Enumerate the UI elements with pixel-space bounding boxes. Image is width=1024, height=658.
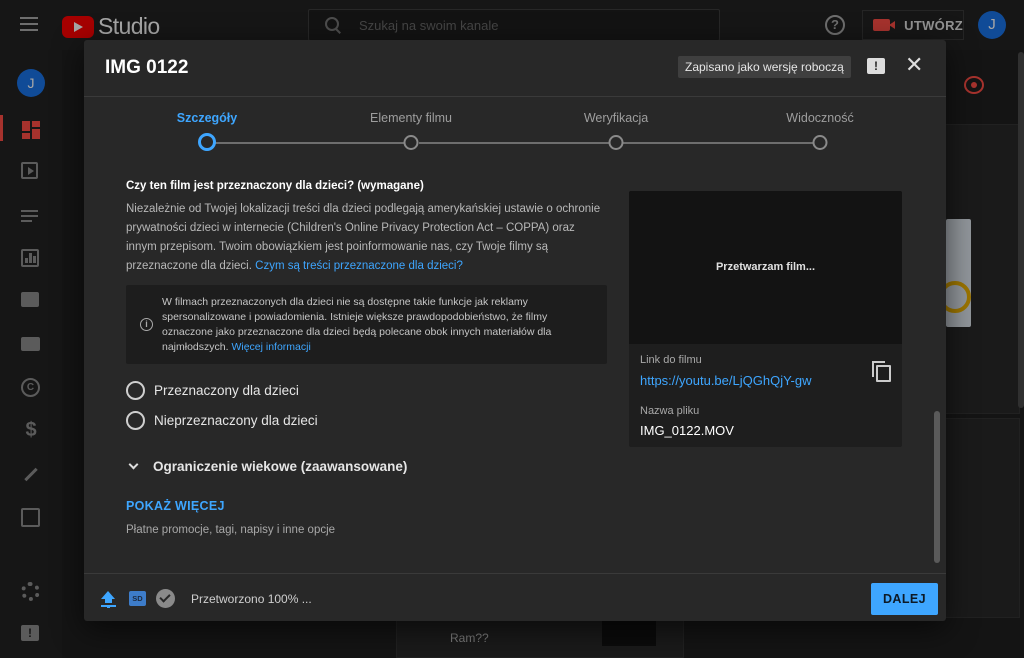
- sd-quality-icon: SD: [129, 591, 146, 606]
- radio-label: Nieprzeznaczony dla dzieci: [154, 413, 318, 428]
- step-dot-visibility[interactable]: [812, 135, 828, 150]
- step-dot-checks[interactable]: [608, 135, 624, 150]
- step-label-video-elements[interactable]: Elementy filmu: [370, 111, 452, 125]
- info-icon: i: [140, 318, 153, 331]
- show-more-button[interactable]: POKAŻ WIĘCEJ: [126, 499, 225, 513]
- step-dot-video-elements[interactable]: [403, 135, 419, 150]
- age-restriction-expander[interactable]: Ograniczenie wiekowe (zaawansowane): [128, 459, 408, 474]
- video-link-label: Link do filmu: [640, 354, 702, 366]
- report-feedback-icon[interactable]: !: [867, 58, 885, 74]
- processing-progress-text: Przetworzono 100% ...: [191, 592, 312, 606]
- video-preview-player[interactable]: Przetwarzam film...: [629, 191, 902, 344]
- step-dot-details[interactable]: [198, 133, 216, 151]
- radio-not-made-for-kids[interactable]: Nieprzeznaczony dla dzieci: [126, 411, 318, 430]
- video-preview-card: Przetwarzam film... Link do filmu https:…: [629, 191, 902, 447]
- radio-button[interactable]: [126, 411, 145, 430]
- dialog-header: IMG 0122 Zapisano jako wersję roboczą ! …: [84, 40, 946, 97]
- video-link[interactable]: https://youtu.be/LjQGhQjY-gw: [640, 373, 812, 388]
- upload-stepper: Szczegóły Elementy filmu Weryfikacja Wid…: [84, 97, 946, 162]
- audience-description: Niezależnie od Twojej lokalizacji treści…: [126, 200, 606, 276]
- checks-complete-icon: [156, 589, 175, 608]
- processing-status: Przetwarzam film...: [715, 261, 816, 273]
- audience-question: Czy ten film jest przeznaczony dla dziec…: [126, 180, 424, 192]
- stepper-line: [215, 142, 411, 144]
- step-label-checks[interactable]: Weryfikacja: [584, 111, 648, 125]
- next-button[interactable]: DALEJ: [871, 583, 938, 615]
- copy-icon[interactable]: [872, 361, 891, 382]
- radio-label: Przeznaczony dla dzieci: [154, 383, 299, 398]
- age-restriction-label: Ograniczenie wiekowe (zaawansowane): [153, 459, 408, 474]
- step-label-visibility[interactable]: Widoczność: [786, 111, 853, 125]
- upload-details-dialog: IMG 0122 Zapisano jako wersję roboczą ! …: [84, 40, 946, 621]
- made-for-kids-help-link[interactable]: Czym są treści przeznaczone dla dzieci?: [255, 260, 463, 272]
- show-more-subtitle: Płatne promocje, tagi, napisy i inne opc…: [126, 524, 336, 536]
- upload-icon-base: [101, 605, 116, 607]
- made-for-kids-info-box: i W filmach przeznaczonych dla dzieci ni…: [126, 285, 607, 364]
- radio-made-for-kids[interactable]: Przeznaczony dla dzieci: [126, 381, 299, 400]
- dialog-content: Czy ten film jest przeznaczony dla dziec…: [84, 162, 946, 572]
- dialog-scrollbar[interactable]: [934, 411, 940, 563]
- info-message: W filmach przeznaczonych dla dzieci nie …: [162, 296, 552, 353]
- step-label-details[interactable]: Szczegóły: [177, 111, 237, 125]
- stepper-line: [623, 142, 819, 144]
- filename-label: Nazwa pliku: [640, 405, 700, 417]
- dialog-footer: SD Przetworzono 100% ... DALEJ: [84, 573, 946, 621]
- info-text: W filmach przeznaczonych dla dzieci nie …: [162, 295, 592, 355]
- stepper-line: [419, 142, 615, 144]
- filename-value: IMG_0122.MOV: [640, 423, 734, 438]
- radio-button[interactable]: [126, 381, 145, 400]
- learn-more-link[interactable]: Więcej informacji: [231, 341, 310, 353]
- chevron-down-icon: [128, 459, 139, 470]
- draft-saved-badge: Zapisano jako wersję roboczą: [678, 56, 851, 78]
- dialog-title: IMG 0122: [105, 57, 189, 78]
- close-icon[interactable]: ✕: [905, 54, 923, 76]
